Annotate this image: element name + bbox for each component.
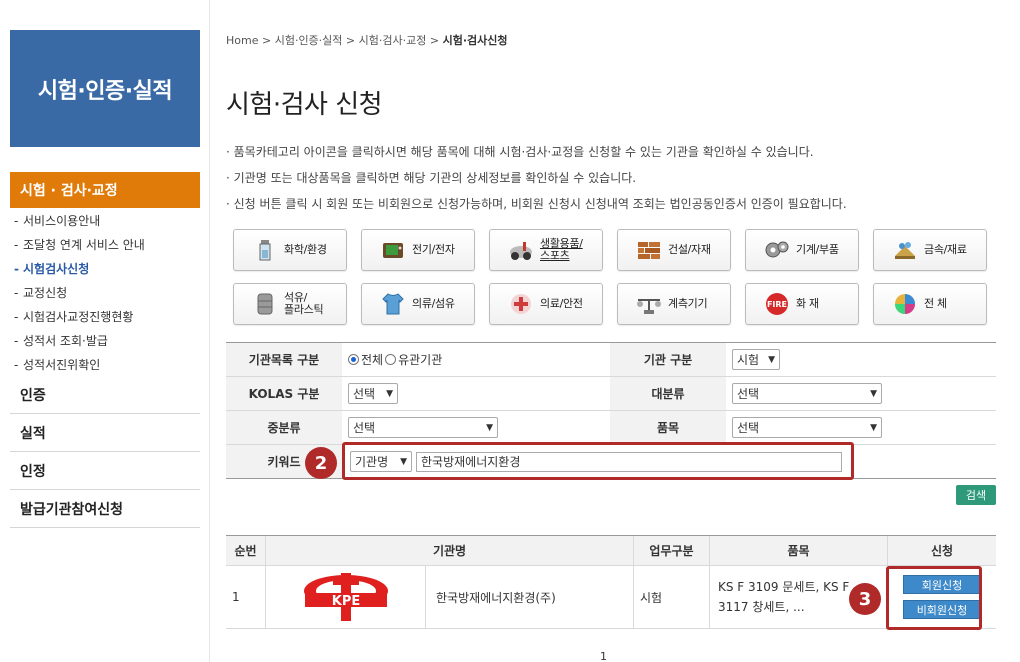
oil-barrel-icon <box>252 291 278 317</box>
svg-text:FIRE: FIRE <box>767 300 787 309</box>
sidebar-sub-menu: - 서비스이용안내 - 조달청 연계 서비스 안내 - 시험검사신청 - 교정신청 -시… <box>14 212 200 380</box>
sidebar-item-procurement[interactable]: - 조달청 연계 서비스 안내 <box>14 236 200 260</box>
results-table: 순번 기관명 업무구분 품목 신청 1 KPE 한국방재에너지환경(주) 시험 … <box>226 535 996 629</box>
breadcrumb-section[interactable]: 시험·인증·실적 <box>275 34 343 47</box>
category-metal-button[interactable]: 금속/재료 <box>873 229 987 271</box>
results-header: 순번 기관명 업무구분 품목 신청 <box>226 536 996 566</box>
category-construction-button[interactable]: 건설/자재 <box>617 229 731 271</box>
chevron-down-icon: ▼ <box>486 422 493 433</box>
radio-related[interactable] <box>385 354 397 365</box>
org-logo[interactable]: KPE <box>266 566 426 628</box>
sidebar-active-section[interactable]: 시험 · 검사·교정 <box>10 172 200 208</box>
pagination: 1 <box>600 650 607 662</box>
breadcrumb-subsection[interactable]: 시험·검사·교정 <box>359 34 427 47</box>
step-marker-2: 2 <box>305 447 337 479</box>
major-category-select[interactable]: 선택 ▼ <box>732 383 882 404</box>
sports-icon <box>508 237 534 263</box>
chevron-down-icon: ▼ <box>870 422 877 433</box>
sidebar-main-menu: 인증 실적 인정 발급기관참여신청 <box>10 376 200 528</box>
category-household-sports-button[interactable]: 생활용품/스포츠 <box>489 229 603 271</box>
brick-icon <box>636 237 662 263</box>
keyword-highlight-box <box>342 442 854 480</box>
chevron-down-icon: ▼ <box>386 388 393 399</box>
sidebar-item-test-request[interactable]: - 시험검사신청 <box>14 260 200 284</box>
gear-icon <box>764 237 790 263</box>
sidebar-item-certification[interactable]: 인증 <box>10 376 200 414</box>
sidebar-item-accreditation[interactable]: 인정 <box>10 452 200 490</box>
sidebar-item-calibration[interactable]: - 교정신청 <box>14 284 200 308</box>
step-marker-3: 3 <box>849 583 881 615</box>
middle-category-label: 중분류 <box>226 411 342 444</box>
middle-category-select[interactable]: 선택 ▼ <box>348 417 498 438</box>
radio-all[interactable] <box>348 354 359 365</box>
category-chemistry-button[interactable]: 화학/환경 <box>233 229 347 271</box>
description-line: · 신청 버튼 클릭 시 회원 또는 비회원으로 신청가능하며, 비회원 신청시… <box>226 197 847 211</box>
category-medical-safety-button[interactable]: 의료/안전 <box>489 283 603 325</box>
sidebar-item-issuer-join[interactable]: 발급기관참여신청 <box>10 490 200 528</box>
item-label: 품목 <box>610 411 726 444</box>
breadcrumb: Home > 시험·인증·실적 > 시험·검사·교정 > 시험·검사신청 <box>226 34 508 47</box>
category-measurement-button[interactable]: 계측기기 <box>617 283 731 325</box>
description-line: · 기관명 또는 대상품목을 클릭하면 해당 기관의 상세정보를 확인하실 수 … <box>226 171 637 185</box>
org-type-label: 기관 구분 <box>610 343 726 376</box>
description-line: · 품목카테고리 아이콘을 클릭하시면 해당 품목에 대해 시험·검사·교정을 … <box>226 145 814 159</box>
kolas-select[interactable]: 선택 ▼ <box>348 383 398 404</box>
category-fire-button[interactable]: FIRE 화 재 <box>745 283 859 325</box>
category-petroleum-plastic-button[interactable]: 석유/플라스틱 <box>233 283 347 325</box>
chevron-down-icon: ▼ <box>768 354 775 365</box>
sidebar-item-service-guide[interactable]: - 서비스이용안내 <box>14 212 200 236</box>
sidebar-banner: 시험·인증·실적 <box>10 30 200 147</box>
category-all-button[interactable]: 전 체 <box>873 283 987 325</box>
category-clothing-button[interactable]: 의류/섬유 <box>361 283 475 325</box>
sidebar-item-progress[interactable]: - 시험검사교정진행현황 <box>14 308 200 332</box>
search-button[interactable]: 검색 <box>956 485 996 505</box>
measurement-icon <box>636 291 662 317</box>
fire-icon: FIRE <box>764 291 790 317</box>
metal-icon <box>892 237 918 263</box>
clothing-icon <box>380 291 406 317</box>
apply-highlight-box <box>886 566 982 630</box>
org-name-link[interactable]: 한국방재에너지환경(주) <box>426 566 634 628</box>
all-icon <box>892 291 918 317</box>
sidebar: 시험·인증·실적 시험 · 검사·교정 - 서비스이용안내 - 조달청 연계 서비스… <box>0 0 210 662</box>
category-electronics-button[interactable]: 전기/전자 <box>361 229 475 271</box>
sidebar-item-report-issue[interactable]: - 성적서 조회·발급 <box>14 332 200 356</box>
chevron-down-icon: ▼ <box>870 388 877 399</box>
breadcrumb-home[interactable]: Home <box>226 34 258 47</box>
org-list-label: 기관목록 구분 <box>226 343 342 376</box>
svg-text:KPE: KPE <box>331 594 359 609</box>
item-select[interactable]: 선택 ▼ <box>732 417 882 438</box>
page-title: 시험·검사 신청 <box>226 90 383 120</box>
org-type-select[interactable]: 시험 ▼ <box>732 349 780 370</box>
chemistry-icon <box>252 237 278 263</box>
medical-icon <box>508 291 534 317</box>
page-current[interactable]: 1 <box>600 650 607 662</box>
major-category-label: 대분류 <box>610 377 726 410</box>
kolas-label: KOLAS 구분 <box>226 377 342 410</box>
category-machinery-button[interactable]: 기계/부품 <box>745 229 859 271</box>
sidebar-item-performance[interactable]: 실적 <box>10 414 200 452</box>
electronics-icon <box>380 237 406 263</box>
breadcrumb-current: 시험·검사신청 <box>442 34 508 47</box>
